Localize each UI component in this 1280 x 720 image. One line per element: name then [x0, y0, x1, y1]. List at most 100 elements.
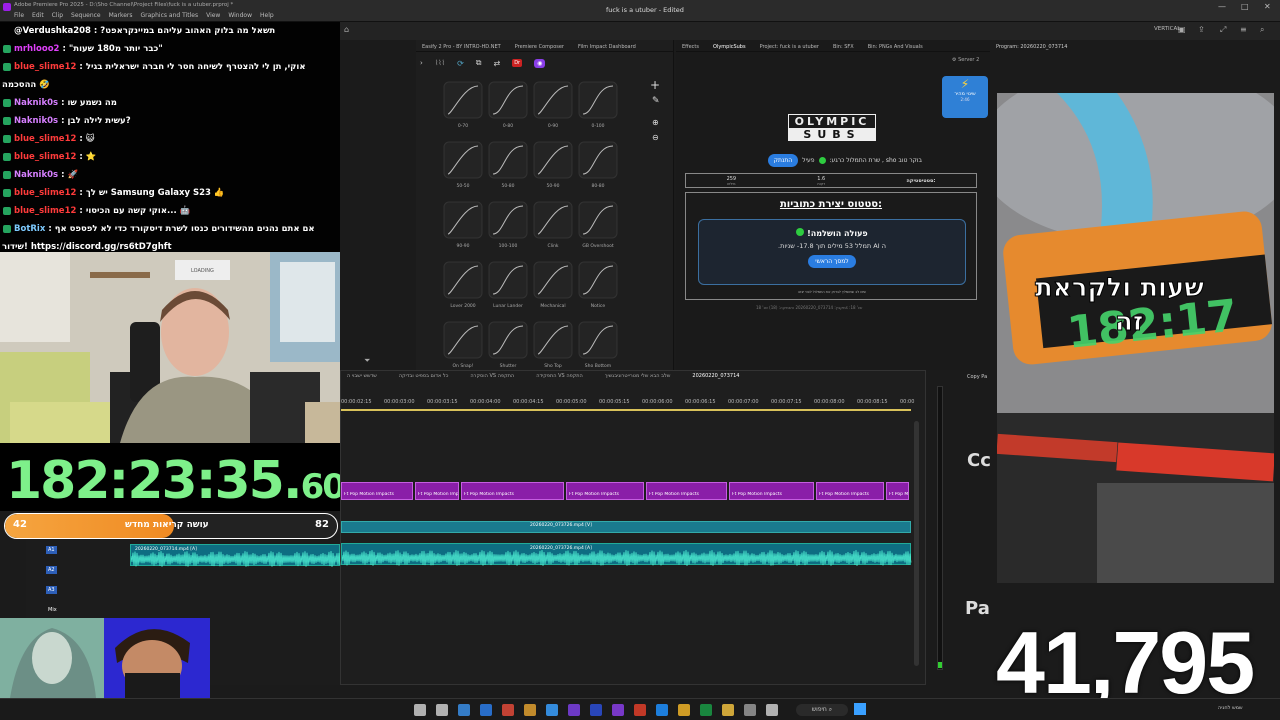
track-header[interactable]: A2 — [46, 566, 57, 574]
menu-window[interactable]: Window — [228, 12, 252, 19]
easing-preset[interactable]: Mechanical — [532, 260, 574, 309]
track-header[interactable]: A3 — [46, 586, 57, 594]
sequence-tab[interactable]: התפקידה VS התקפה — [536, 373, 583, 385]
quick-change-chip[interactable]: ⚡ שינוי מהיר 2:46 — [942, 76, 988, 118]
easing-preset[interactable]: 0-90 — [532, 80, 574, 129]
easing-preset[interactable]: GB Overshoot — [577, 200, 619, 249]
easing-preset[interactable]: Lunar Lander — [487, 260, 529, 309]
refresh-icon[interactable]: ⟳ — [457, 59, 464, 68]
easing-preset[interactable]: Notice — [577, 260, 619, 309]
taskbar-app-icon[interactable] — [480, 704, 492, 716]
edit-icon[interactable]: ✎ — [652, 96, 660, 106]
taskbar-app-icon[interactable] — [744, 704, 756, 716]
track-header[interactable]: A1 — [46, 546, 57, 554]
taskbar-app-icon[interactable] — [436, 704, 448, 716]
zoom-out-icon[interactable]: ⊖ — [652, 133, 659, 142]
easing-preset[interactable]: 0-80 — [487, 80, 529, 129]
taskbar-app-icon[interactable] — [568, 704, 580, 716]
zoom-in-icon[interactable]: ⊕ — [652, 118, 659, 127]
tab-project[interactable]: Project: fuck is a utuber — [760, 44, 819, 50]
easing-preset[interactable]: 100-100 — [487, 200, 529, 249]
easing-preset[interactable]: 0-70 — [442, 80, 484, 129]
copy-icon[interactable]: ⧉ — [476, 58, 482, 68]
tab-premiere-composer[interactable]: Premiere Composer — [515, 44, 564, 50]
taskbar-app-icon[interactable] — [612, 704, 624, 716]
home-icon[interactable]: ⌂ — [344, 25, 349, 34]
fx-clip[interactable]: Ft Pop Motion Impacts — [886, 482, 909, 500]
easing-preset[interactable]: 50-80 — [487, 140, 529, 189]
menu-sequence[interactable]: Sequence — [71, 12, 101, 19]
tab-bin-pngs[interactable]: Bin: PNGs And Visuals — [868, 44, 923, 50]
easing-preset[interactable]: Shutter — [487, 320, 529, 369]
easing-preset[interactable]: Sho Top — [532, 320, 574, 369]
fx-clip[interactable]: Ft Pop Motion Impacts — [729, 482, 814, 500]
sync-icon[interactable]: ⇄ — [494, 59, 501, 68]
taskbar-app-icon[interactable] — [458, 704, 470, 716]
taskbar-app-icon[interactable] — [766, 704, 778, 716]
chevron-right-icon[interactable]: › — [420, 59, 423, 67]
easing-preset[interactable]: 80-80 — [577, 140, 619, 189]
tab-bin-sfx[interactable]: Bin: SFX — [833, 44, 854, 50]
taskbar-app-icon[interactable] — [700, 704, 712, 716]
tab-effects[interactable]: Effects — [682, 44, 699, 50]
add-icon[interactable]: + — [650, 78, 660, 92]
timeline-scrollbar[interactable] — [914, 421, 919, 666]
layout-icon[interactable]: ▣ — [1178, 25, 1186, 34]
menu-icon[interactable]: ≡ — [1240, 25, 1247, 34]
easing-preset[interactable]: 90-90 — [442, 200, 484, 249]
curve-tools-icon[interactable]: ⌇⌇⌇ — [435, 59, 445, 67]
fx-clip[interactable]: Ft Pop Motion Impacts — [461, 482, 564, 500]
taskbar-search[interactable]: חיפוש ⌕ — [796, 704, 848, 716]
dr-icon[interactable]: Dr — [512, 59, 523, 67]
main-screen-button[interactable]: למסך הראשי — [808, 255, 856, 268]
tab-film-impact[interactable]: Film Impact Dashboard — [578, 44, 636, 50]
fx-clip[interactable]: Ft Pop Motion Impacts — [341, 482, 413, 500]
search-icon[interactable]: ⌕ — [1260, 25, 1264, 35]
menu-markers[interactable]: Markers — [109, 12, 133, 19]
fullscreen-icon[interactable]: ⤢ — [1220, 25, 1226, 35]
easing-preset[interactable]: 0-100 — [577, 80, 619, 129]
server-select[interactable]: ⚙ Server 2 — [952, 57, 979, 63]
sequence-tab[interactable]: כל אדום בספיט ובדיקה — [399, 373, 449, 385]
maximize-icon[interactable]: □ — [1241, 2, 1249, 11]
audio-clip-1[interactable]: 20260220_073714.mp4 [A] — [130, 544, 341, 567]
plugin-icon[interactable]: ◉ — [534, 58, 546, 68]
taskbar-app-icon[interactable] — [656, 704, 668, 716]
taskbar-app-icon[interactable] — [414, 704, 426, 716]
menu-clip[interactable]: Clip — [52, 12, 63, 19]
fx-clip[interactable]: Ft Pop Motion Impacts — [415, 482, 459, 500]
menu-file[interactable]: File — [14, 12, 24, 19]
workspace-label[interactable]: VERTICAL — [1154, 26, 1180, 32]
menu-edit[interactable]: Edit — [32, 12, 44, 19]
video-clip[interactable]: 20260220_073726.mp4 [V] — [341, 521, 911, 533]
easing-preset[interactable]: Lover 2000 — [442, 260, 484, 309]
menu-help[interactable]: Help — [260, 12, 274, 19]
taskbar-app-icon[interactable] — [502, 704, 514, 716]
tab-easify[interactable]: Easify 2 Pro - BY INTRO-HD.NET — [422, 44, 501, 50]
easing-preset[interactable]: On Snap! — [442, 320, 484, 369]
taskbar-app-icon[interactable] — [524, 704, 536, 716]
export-icon[interactable]: ⇪ — [1198, 25, 1205, 34]
menu-graphics[interactable]: Graphics and Titles — [141, 12, 199, 19]
taskbar-app-icon[interactable] — [678, 704, 690, 716]
taskbar-app-icon[interactable] — [634, 704, 646, 716]
easing-preset[interactable]: Sho Bottom — [577, 320, 619, 369]
sequence-tab[interactable]: הוסקרה VS התקפה — [470, 373, 514, 385]
track-header[interactable]: Mix — [46, 606, 59, 614]
fx-clip[interactable]: Ft Pop Motion Impacts — [646, 482, 727, 500]
easing-preset[interactable]: 50-90 — [532, 140, 574, 189]
easing-preset[interactable]: Clink — [532, 200, 574, 249]
taskbar-app-icon[interactable] — [722, 704, 734, 716]
filter-icon[interactable]: ⏷ — [364, 356, 370, 366]
tab-olympicsubs[interactable]: OlympicSubs — [713, 44, 746, 50]
fx-clip[interactable]: Ft Pop Motion Impacts — [816, 482, 884, 500]
close-icon[interactable]: ✕ — [1264, 2, 1271, 11]
logout-button[interactable]: התנתק — [767, 154, 799, 167]
menu-view[interactable]: View — [206, 12, 220, 19]
audio-clip-2[interactable]: 20260220_073726.mp4 [A] — [341, 543, 912, 566]
windows-start-icon[interactable] — [854, 703, 866, 715]
fx-clip[interactable]: Ft Pop Motion Impacts — [566, 482, 644, 500]
minimize-icon[interactable]: — — [1218, 2, 1226, 11]
sequence-tab[interactable]: שדשש ישבוי ה — [347, 373, 377, 385]
sequence-tab[interactable]: 20260220_073714 — [692, 373, 739, 385]
